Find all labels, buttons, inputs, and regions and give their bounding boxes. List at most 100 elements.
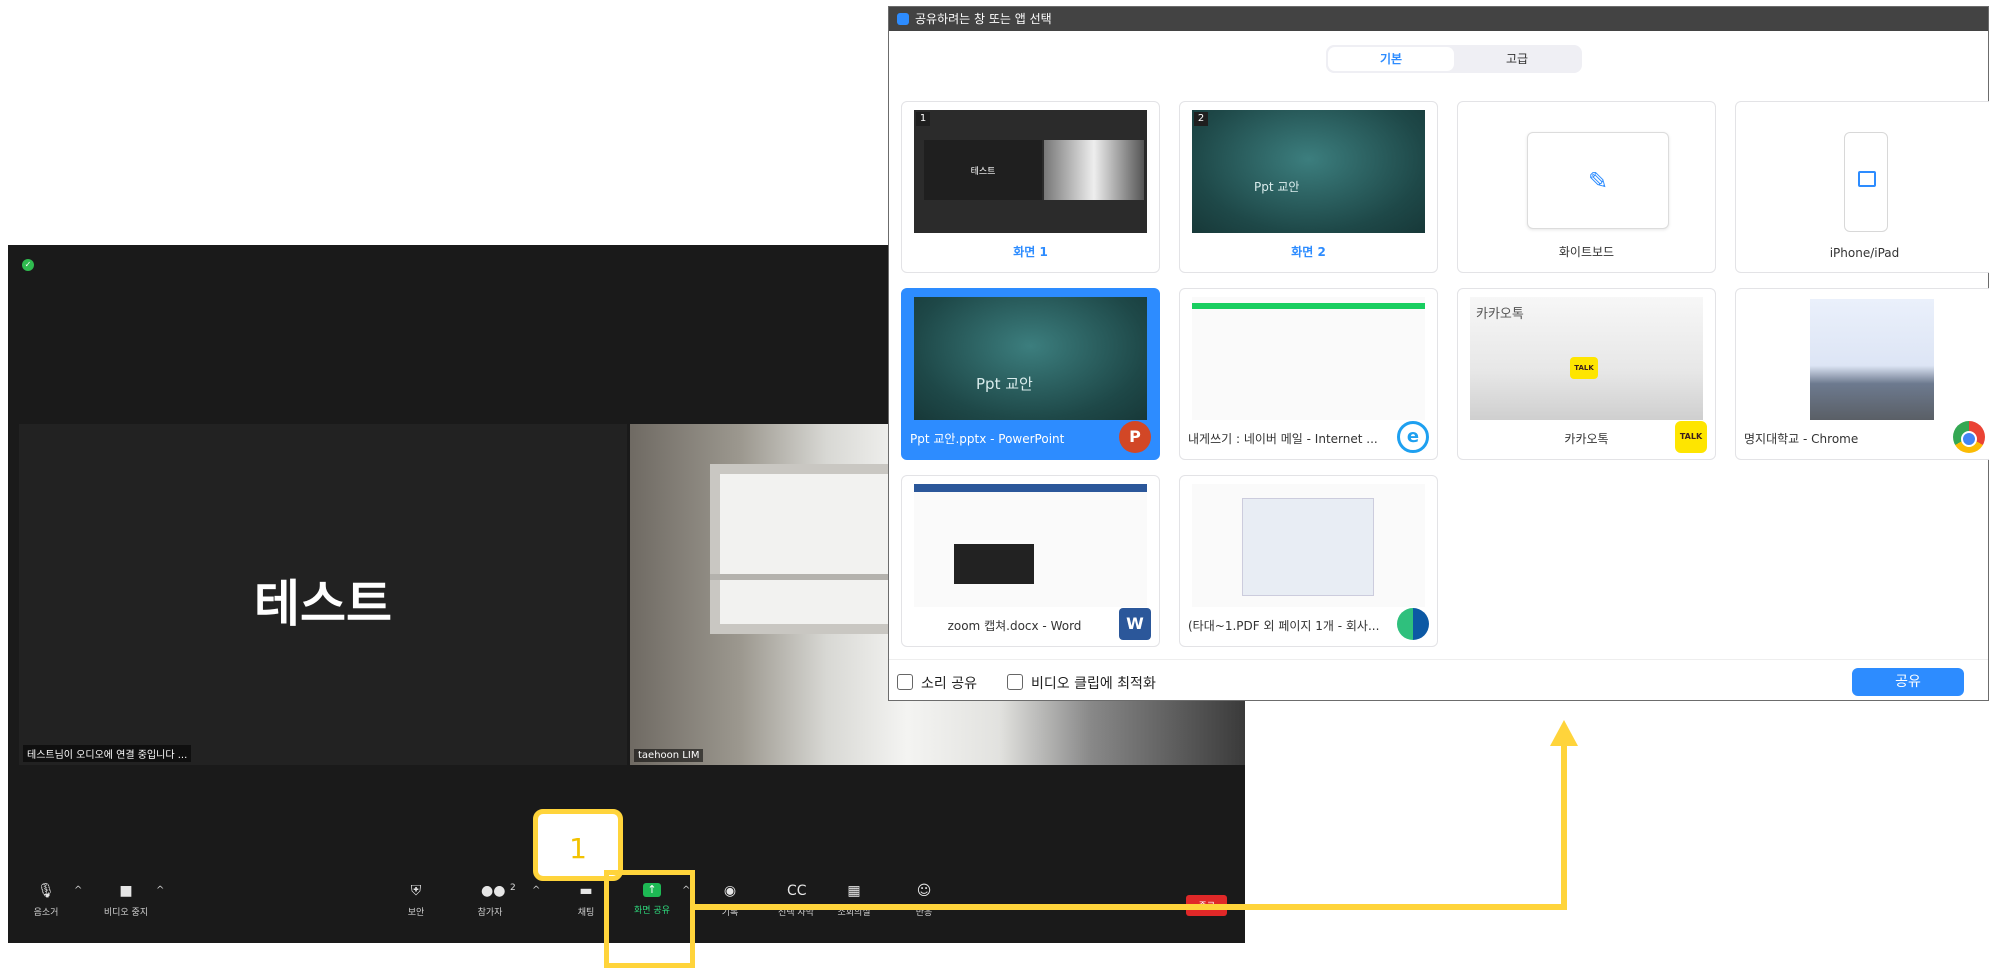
share-card-word[interactable]: zoom 캡쳐.docx - Word W — [901, 475, 1160, 647]
kakaotalk-icon: TALK — [1675, 421, 1707, 453]
powerpoint-icon: P — [1119, 421, 1151, 453]
security-label: 보안 — [407, 908, 425, 918]
internet-explorer-icon: e — [1397, 421, 1429, 453]
breakout-rooms-button[interactable]: ▦ 소회의실 — [822, 883, 886, 918]
word-thumbnail — [914, 484, 1147, 607]
share-card-screen-2[interactable]: 2 Ppt 교안 화면 2 — [1179, 101, 1438, 273]
mute-label: 음소거 — [33, 908, 59, 918]
phone-outline-icon — [1844, 132, 1888, 232]
step-number: 1 — [569, 832, 587, 865]
share-tab-switch: 기본 고급 — [1326, 45, 1582, 73]
share-card-label: iPhone/iPad — [1829, 246, 1900, 260]
stop-video-button[interactable]: ■ 비디오 중지 — [94, 883, 158, 918]
microphone-icon: 🎙 — [37, 883, 55, 899]
screen-number-badge: 1 — [916, 112, 930, 126]
closed-caption-icon: CC — [787, 883, 807, 899]
video-tile-test[interactable]: 테스트 테스트님이 오디오에 연결 중입니다 ... — [19, 424, 627, 765]
iphone-thumbnail — [1748, 110, 1981, 233]
participant-name: 테스트 — [254, 575, 392, 633]
share-sound-checkbox[interactable] — [897, 674, 913, 690]
chrome-center-icon — [1961, 431, 1977, 447]
share-button[interactable]: 공유 — [1852, 668, 1964, 696]
video-options-caret-icon[interactable]: ^ — [156, 885, 164, 896]
participants-icon: ●● — [481, 883, 506, 899]
dialog-footer: 소리 공유 비디오 클립에 최적화 공유 — [889, 659, 1988, 700]
optimize-video-checkbox[interactable] — [1007, 674, 1023, 690]
zoom-logo-icon — [897, 12, 909, 25]
video-camera-icon: ■ — [119, 883, 133, 899]
share-card-whiteboard[interactable]: ✎ 화이트보드 — [1457, 101, 1716, 273]
annotation-arrow-line — [695, 904, 1567, 910]
mute-button[interactable]: 🎙 음소거 — [14, 883, 78, 918]
kakaotalk-thumbnail: 카카오톡 TALK — [1470, 297, 1703, 420]
whiteboard-thumbnail: ✎ — [1470, 110, 1703, 233]
thumb-camera-tile — [1044, 140, 1144, 200]
dialog-titlebar: 공유하려는 창 또는 앱 선택 — [889, 7, 1988, 31]
security-button[interactable]: ⛨ 보안 — [384, 883, 448, 918]
participants-label: 참가자 — [477, 908, 503, 918]
screen-1-thumbnail: 1 테스트 — [914, 110, 1147, 233]
share-card-edge-pdf[interactable]: (타대~1.PDF 외 페이지 1개 - 회사... — [1179, 475, 1438, 647]
annotation-arrow-line-vertical — [1561, 745, 1567, 910]
audio-options-caret-icon[interactable]: ^ — [74, 885, 82, 896]
whiteboard-tile: ✎ — [1527, 132, 1669, 229]
breakout-rooms-icon: ▦ — [847, 883, 861, 899]
annotation-arrow-head-icon — [1550, 720, 1578, 746]
website-screenshot — [1810, 299, 1934, 420]
thumb-tile-text: 테스트 — [970, 167, 996, 177]
share-card-label: 화면 2 — [1291, 245, 1326, 259]
share-sound-label: 소리 공유 — [921, 676, 977, 692]
pdf-thumbnail — [1192, 484, 1425, 607]
smiley-icon: ☺ — [916, 883, 932, 899]
share-card-label: Ppt 교안.pptx - PowerPoint — [910, 432, 1065, 446]
kakaotalk-window-title: 카카오톡 — [1476, 307, 1524, 322]
chat-bubble-icon: ▬ — [579, 883, 593, 899]
subtitles-button[interactable]: CC 선택 자막 — [764, 883, 828, 918]
record-button[interactable]: ◉ 기록 — [698, 883, 762, 918]
share-card-kakaotalk[interactable]: 카카오톡 TALK 카카오톡 TALK — [1457, 288, 1716, 460]
share-screen-dialog: 공유하려는 창 또는 앱 선택 기본 고급 1 테스트 화면 1 2 Ppt 교… — [888, 6, 1989, 701]
share-card-screen-1[interactable]: 1 테스트 화면 1 — [901, 101, 1160, 273]
share-card-iphone-ipad[interactable]: iPhone/iPad — [1735, 101, 1989, 273]
reactions-button[interactable]: ☺ 반응 — [892, 883, 956, 918]
share-card-powerpoint[interactable]: Ppt 교안 Ppt 교안.pptx - PowerPoint P — [901, 288, 1160, 460]
share-card-label: 내게쓰기 : 네이버 메일 - Internet ... — [1188, 432, 1378, 446]
participant-name-caption: taehoon LIM — [634, 749, 704, 762]
shield-icon: ⛨ — [410, 883, 422, 899]
naver-mail-thumbnail — [1192, 297, 1425, 420]
dialog-title: 공유하려는 창 또는 앱 선택 — [915, 12, 1052, 26]
record-icon: ◉ — [723, 883, 737, 899]
participant-status-caption: 테스트님이 오디오에 연결 중입니다 ... — [23, 745, 192, 762]
slide-title-text: Ppt 교안 — [976, 375, 1033, 393]
tab-basic[interactable]: 기본 — [1328, 47, 1454, 71]
share-card-label: 화이트보드 — [1558, 245, 1615, 259]
screen-2-thumbnail: 2 Ppt 교안 — [1192, 110, 1425, 233]
thumb-ribbon — [914, 484, 1147, 492]
stop-video-label: 비디오 중지 — [103, 908, 149, 918]
share-button-highlight — [604, 870, 695, 968]
optimize-video-label: 비디오 클립에 최적화 — [1031, 676, 1156, 692]
edge-browser-icon — [1397, 608, 1429, 640]
thumb-header-bar — [1192, 303, 1425, 309]
pen-icon: ✎ — [1588, 167, 1609, 195]
word-icon: W — [1119, 608, 1151, 640]
share-card-chrome[interactable]: 명지대학교 - Chrome — [1735, 288, 1989, 460]
share-card-label: (타대~1.PDF 외 페이지 1개 - 회사... — [1188, 619, 1380, 633]
thumb-pdf-page — [1242, 498, 1374, 596]
slide-title-text: Ppt 교안 — [1254, 180, 1300, 194]
share-card-naver-mail[interactable]: 내게쓰기 : 네이버 메일 - Internet ... e — [1179, 288, 1438, 460]
share-card-label: 명지대학교 - Chrome — [1744, 432, 1859, 446]
tab-advanced[interactable]: 고급 — [1454, 47, 1580, 71]
airplay-icon — [1858, 171, 1876, 187]
share-card-label: 화면 1 — [1013, 245, 1048, 259]
participants-caret-icon[interactable]: ^ — [532, 885, 540, 896]
thumb-video-tile: 테스트 — [924, 140, 1042, 200]
security-shield-icon[interactable]: ✓ — [22, 259, 34, 271]
share-card-label: zoom 캡쳐.docx - Word — [947, 619, 1082, 633]
thumb-embedded-image — [954, 544, 1034, 584]
screen-number-badge: 2 — [1194, 112, 1208, 126]
kakaotalk-logo-icon: TALK — [1570, 357, 1598, 379]
chrome-thumbnail — [1748, 297, 1981, 420]
powerpoint-thumbnail: Ppt 교안 — [914, 297, 1147, 420]
participants-count: 2 — [510, 883, 516, 893]
